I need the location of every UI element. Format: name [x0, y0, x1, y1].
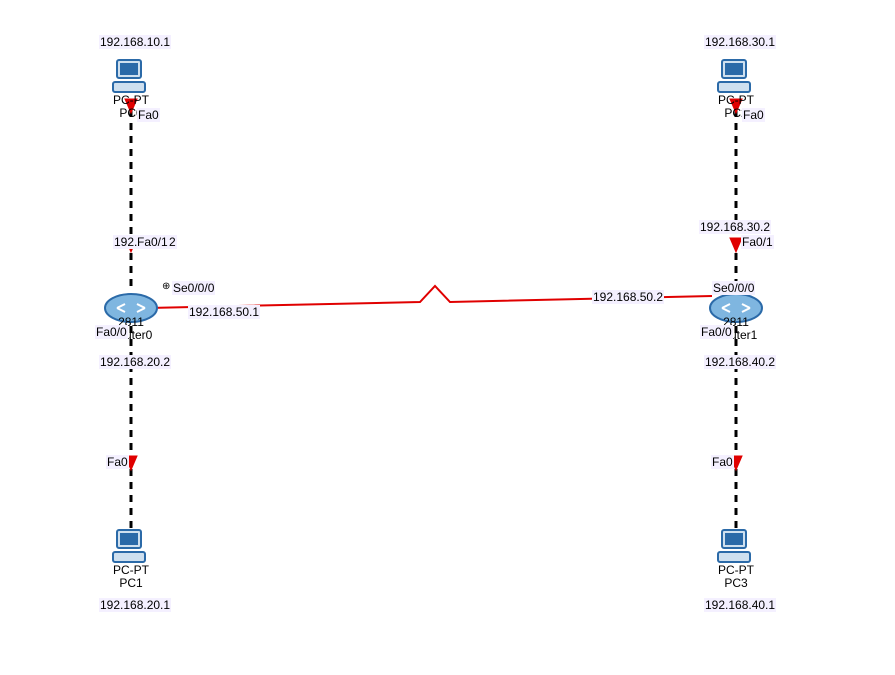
pc1-port: Fa0	[106, 455, 129, 469]
pc0-port: Fa0	[137, 108, 160, 122]
device-pc0[interactable]: PC-PTPC0	[111, 56, 151, 96]
pc1-type: PC-PT	[113, 563, 149, 577]
device-pc3[interactable]: PC-PTPC3	[716, 526, 756, 566]
router0-fa00-label: Fa0/0	[95, 325, 128, 339]
pc1-ip: 192.168.20.1	[99, 598, 171, 612]
device-pc1[interactable]: PC-PTPC1	[111, 526, 151, 566]
pc3-name: PC3	[724, 576, 747, 590]
device-pc2[interactable]: PC-PTPC2	[716, 56, 756, 96]
router1-fa00-label: Fa0/0	[700, 325, 733, 339]
pc1-name: PC1	[119, 576, 142, 590]
router1-fa01-ip: 192.168.30.2	[699, 220, 771, 234]
pc3-type: PC-PT	[718, 563, 754, 577]
pc-icon	[716, 56, 756, 96]
pc-icon	[111, 56, 151, 96]
router0-se-ip: 192.168.50.1	[188, 305, 260, 319]
pc3-port: Fa0	[711, 455, 734, 469]
pc2-ip: 192.168.30.1	[704, 35, 776, 49]
router1-fa01-label: Fa0/1	[741, 235, 774, 249]
router0-fa01-ip-frag2: 2	[168, 235, 177, 249]
device-router0[interactable]: 2811Router0	[103, 290, 159, 326]
clock-icon: ⊕	[162, 281, 170, 292]
pc-icon	[111, 526, 151, 566]
router0-se000-label: Se0/0/0	[172, 281, 215, 295]
pc3-ip: 192.168.40.1	[704, 598, 776, 612]
device-router1[interactable]: 2811Router1	[708, 290, 764, 326]
router1-se-ip: 192.168.50.2	[592, 290, 664, 304]
router0-fa00-ip: 192.168.20.2	[99, 355, 171, 369]
pc2-type: PC-PT	[718, 93, 754, 107]
router1-se000-label: Se0/0/0	[712, 281, 755, 295]
router0-fa01-ip-frag1: 192.	[113, 235, 138, 249]
pc-icon	[716, 526, 756, 566]
pc0-ip: 192.168.10.1	[99, 35, 171, 49]
router1-fa00-ip: 192.168.40.2	[704, 355, 776, 369]
pc2-port: Fa0	[742, 108, 765, 122]
router0-fa01-label: Fa0/1	[136, 235, 169, 249]
pc0-type: PC-PT	[113, 93, 149, 107]
